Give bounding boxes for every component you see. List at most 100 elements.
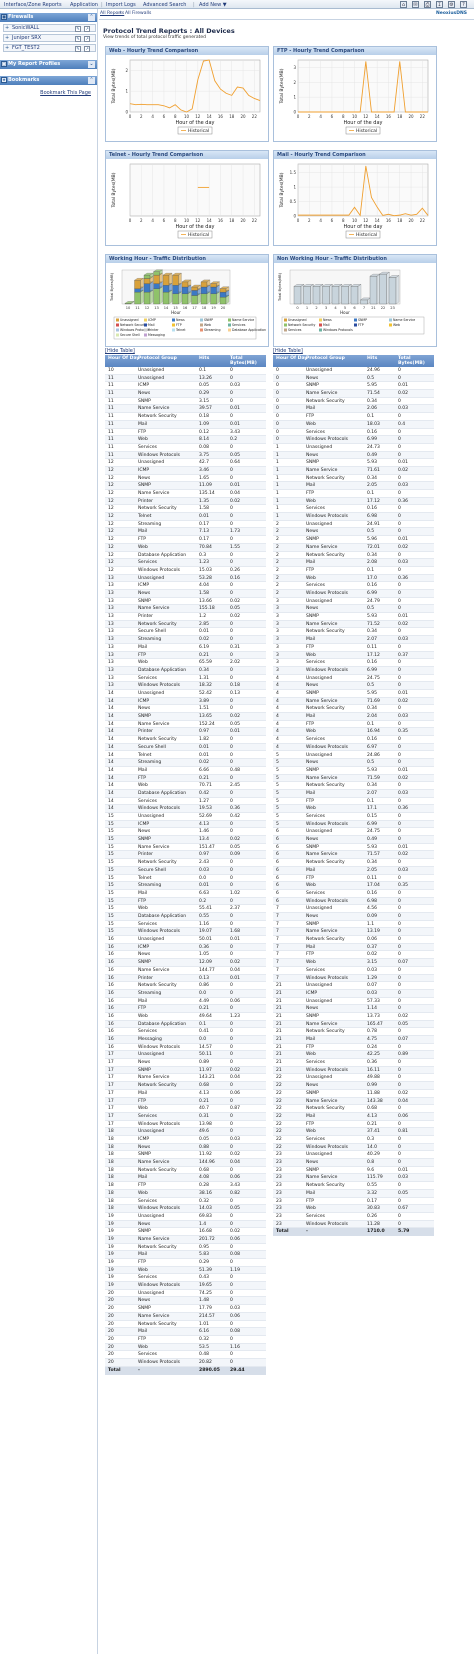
mail-icon[interactable]: ✉ xyxy=(412,1,419,8)
col-protocol-group[interactable]: Protocol Group xyxy=(306,356,345,361)
cell-hits: 11.92 xyxy=(199,1152,212,1158)
device-name[interactable]: Juniper SRX xyxy=(12,35,41,41)
table-row: 14 Secure Shell 0.01 0 xyxy=(105,743,266,752)
cell-hits: 1.51 xyxy=(199,706,210,712)
legend-swatch xyxy=(284,328,287,332)
cell-bytes: 0 xyxy=(398,1106,401,1112)
cell-hour: 14 xyxy=(108,775,114,781)
cell-group: Services xyxy=(138,560,157,566)
stacked-bar-segment xyxy=(219,291,227,298)
x-tick-label: 12 xyxy=(363,114,369,119)
expand-icon[interactable]: + xyxy=(5,35,9,41)
cell-group: News xyxy=(306,606,319,612)
menu-advanced-search[interactable]: Advanced Search xyxy=(143,2,186,8)
device-row-sonicwall[interactable]: + SonicWALL ✎ ↗ xyxy=(3,24,96,32)
cell-bytes: 0.08 xyxy=(230,1329,241,1335)
edit-icon[interactable]: ✎ xyxy=(75,45,81,52)
open-icon[interactable]: ↗ xyxy=(84,45,90,52)
device-name[interactable]: FGT_TEST2 xyxy=(12,45,40,51)
cell-hits: 0.05 xyxy=(199,1137,210,1142)
cell-hits: 144.77 xyxy=(199,967,215,973)
cell-hits: 11.09 xyxy=(199,483,212,489)
help-icon[interactable]: ? xyxy=(460,1,467,8)
cell-bytes: 0 xyxy=(398,967,401,973)
cell-hits: 0.34 xyxy=(367,398,378,404)
cell-bytes: 0.01 xyxy=(398,1167,409,1173)
hide-table-link-left[interactable]: [Hide Table] xyxy=(105,348,135,354)
print-icon[interactable]: ⎙ xyxy=(424,1,431,8)
edit-icon[interactable]: ✎ xyxy=(75,35,81,42)
expand-icon[interactable]: + xyxy=(5,25,9,31)
hide-table-link-right[interactable]: [Hide Table] xyxy=(273,348,303,354)
legend-label: Web xyxy=(204,323,211,327)
cell-hour: 11 xyxy=(108,406,114,412)
cell-group: Unassigned xyxy=(138,814,165,820)
cell-group: News xyxy=(306,1006,319,1012)
col-total-bytes[interactable]: Total Bytes(MB) xyxy=(398,356,432,366)
cell-hour: 2 xyxy=(276,567,279,573)
collapse-up-icon[interactable]: ⌃ xyxy=(88,77,95,84)
col-hits[interactable]: Hits xyxy=(367,356,377,361)
cell-hour: 21 xyxy=(276,983,282,989)
cell-hits: 4.13 xyxy=(199,821,210,827)
panel-title: Web - Hourly Trend Comparison xyxy=(106,47,268,55)
working-hour-table: Hour Of Day Protocol Group Hits Total By… xyxy=(105,355,266,1654)
x-tick-label: 1 xyxy=(306,306,308,310)
table-row: 20 Services 0.48 0 xyxy=(105,1351,266,1359)
device-name[interactable]: SonicWALL xyxy=(12,25,39,31)
cell-group: News xyxy=(306,683,319,689)
cell-hits: 13.65 xyxy=(199,714,212,720)
stacked-bar-segment xyxy=(210,283,217,288)
cell-hour: 4 xyxy=(276,706,279,712)
open-icon[interactable]: ↗ xyxy=(84,25,90,32)
mail-trend-panel: Mail - Hourly Trend Comparison 0 2 4 6 8 10 12… xyxy=(273,150,437,246)
table-row: 11 FTP 0.12 3.43 xyxy=(105,428,266,437)
x-tick-label: 8 xyxy=(174,218,177,223)
cell-group: Name Service xyxy=(138,406,170,412)
menu-add-new[interactable]: Add New ▼ xyxy=(199,2,227,8)
table-row: 22 Mail 4.13 0.06 xyxy=(273,1112,434,1121)
breadcrumb-all-firewalls[interactable]: All Firewalls xyxy=(125,11,151,16)
cell-group: Unassigned xyxy=(138,1052,165,1058)
cell-bytes: 0.03 xyxy=(398,406,409,412)
col-total-bytes[interactable]: Total Bytes(MB) xyxy=(230,356,264,366)
device-row-juniper-srx[interactable]: + Juniper SRX ✎ ↗ xyxy=(3,34,96,42)
home-icon[interactable]: ⌂ xyxy=(400,1,407,8)
open-icon[interactable]: ↗ xyxy=(84,35,90,42)
export-icon[interactable]: ↧ xyxy=(436,1,443,8)
bookmarks-header[interactable]: ★ Bookmarks ⌃ xyxy=(0,76,97,85)
expand-down-icon[interactable]: ⌄ xyxy=(88,61,95,68)
device-row-fgt-test2[interactable]: + FGT_TEST2 ✎ ↗ xyxy=(3,44,96,52)
cell-bytes: 0.03 xyxy=(398,790,409,796)
collapse-up-icon[interactable]: ⌃ xyxy=(88,14,95,21)
table-row: 19 News 1.4 0 xyxy=(105,1220,266,1229)
col-hour[interactable]: Hour Of Day xyxy=(108,356,139,361)
cell-group: Services xyxy=(306,660,325,666)
menu-application[interactable]: Application xyxy=(70,2,98,8)
cell-hour: 15 xyxy=(108,821,114,827)
cell-hour: 20 xyxy=(108,1360,114,1365)
col-hour[interactable]: Hour Of Day xyxy=(276,356,307,361)
cell-group: News xyxy=(138,706,151,712)
my-report-profiles-header[interactable]: □ My Report Profiles ⌄ xyxy=(0,60,97,69)
cell-hour: 19 xyxy=(108,1267,114,1273)
expand-icon[interactable]: + xyxy=(5,45,9,51)
cell-hour: 16 xyxy=(108,1044,114,1050)
cell-group: Network Security xyxy=(306,706,345,712)
breadcrumb-separator: » xyxy=(119,11,122,16)
cell-hour: 14 xyxy=(108,737,114,743)
cell-hits: 14.0 xyxy=(367,1144,378,1150)
firewalls-panel-header[interactable]: ■ Firewalls ⌃ xyxy=(0,13,97,22)
table-row: 17 Network Security 0.68 0 xyxy=(105,1082,266,1090)
settings-icon[interactable]: ⚙ xyxy=(448,1,455,8)
cell-group: ICMP xyxy=(138,944,150,950)
menu-import-logs[interactable]: Import Logs xyxy=(106,2,136,8)
stacked-bar-segment-side xyxy=(178,272,182,286)
col-protocol-group[interactable]: Protocol Group xyxy=(138,356,177,361)
bookmark-this-page-link[interactable]: Bookmark This Page xyxy=(40,90,91,96)
edit-icon[interactable]: ✎ xyxy=(75,25,81,32)
menu-interface-zone-reports[interactable]: Interface/Zone Reports xyxy=(4,2,62,8)
cell-group: FTP xyxy=(306,414,314,420)
col-hits[interactable]: Hits xyxy=(199,356,209,361)
table-row: 7 Name Service 13.19 0 xyxy=(273,928,434,937)
